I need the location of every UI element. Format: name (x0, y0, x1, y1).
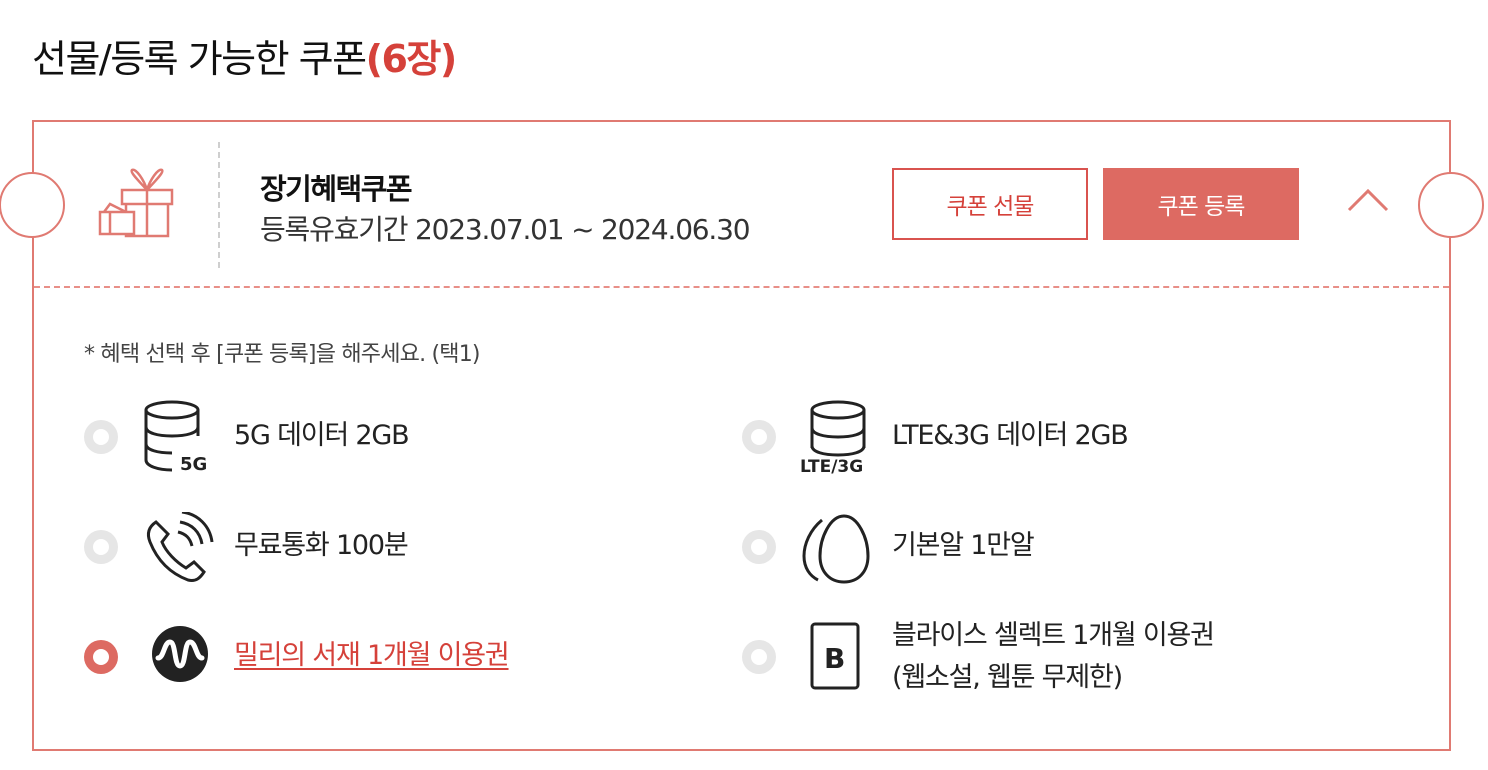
option-label-5g-data[interactable]: 5G 데이터 2GB (234, 414, 410, 458)
option-label-lte-3g-data[interactable]: LTE&3G 데이터 2GB (892, 414, 1129, 458)
page-title-text: 선물/등록 가능한 쿠폰 (32, 37, 367, 81)
svg-text:LTE/3G: LTE/3G (800, 457, 863, 474)
option-egg-points[interactable]: 기본알 1만알 (742, 508, 1342, 588)
option-label-blice-select[interactable]: 블라이스 셀렉트 1개월 이용권 (892, 614, 1215, 658)
5g-data-icon: 5G (144, 400, 207, 474)
millie-logo-icon (152, 626, 208, 682)
radio-egg-points[interactable] (742, 530, 776, 564)
coupon-period: 등록유효기간 2023.07.01 ~ 2024.06.30 (260, 213, 751, 246)
radio-free-call[interactable] (84, 530, 118, 564)
header-divider (218, 142, 220, 268)
coupon-card: 장기혜택쿠폰 등록유효기간 2023.07.01 ~ 2024.06.30 쿠폰… (0, 120, 1484, 751)
option-label-millie-library[interactable]: 밀리의 서재 1개월 이용권 (234, 634, 510, 678)
page-title: 선물/등록 가능한 쿠폰(6장) (32, 28, 458, 83)
coupon-gift-button[interactable]: 쿠폰 선물 (892, 168, 1088, 240)
section-divider (34, 286, 1449, 288)
radio-lte-3g-data[interactable] (742, 420, 776, 454)
selection-notice: * 혜택 선택 후 [쿠폰 등록]을 해주세요. (택1) (84, 342, 480, 367)
coupon-register-button[interactable]: 쿠폰 등록 (1103, 168, 1299, 240)
phone-call-icon (146, 512, 214, 582)
gift-icon (98, 168, 174, 238)
option-blice-select[interactable]: B 블라이스 셀렉트 1개월 이용권 (웹소설, 웹툰 무제한) (742, 618, 1382, 708)
option-5g-data[interactable]: 5G 5G 데이터 2GB (84, 398, 684, 478)
chevron-up-icon[interactable] (1346, 186, 1390, 214)
option-lte-3g-data[interactable]: LTE/3G LTE&3G 데이터 2GB (742, 398, 1342, 478)
svg-text:5G: 5G (180, 454, 207, 474)
egg-icon (802, 514, 870, 584)
option-label-free-call[interactable]: 무료통화 100분 (234, 524, 409, 568)
lte-3g-data-icon: LTE/3G (800, 400, 866, 474)
option-label-egg-points[interactable]: 기본알 1만알 (892, 524, 1035, 568)
option-free-call[interactable]: 무료통화 100분 (84, 508, 684, 588)
option-sublabel-blice-select[interactable]: (웹소설, 웹툰 무제한) (892, 656, 1123, 700)
coupon-header: 장기혜택쿠폰 등록유효기간 2023.07.01 ~ 2024.06.30 쿠폰… (34, 122, 1449, 288)
svg-text:B: B (824, 642, 845, 675)
blice-logo-icon: B (810, 622, 860, 690)
radio-millie-library[interactable] (84, 640, 118, 674)
coupon-name: 장기혜택쿠폰 (260, 172, 413, 206)
radio-5g-data[interactable] (84, 420, 118, 454)
radio-blice-select[interactable] (742, 640, 776, 674)
option-millie-library[interactable]: 밀리의 서재 1개월 이용권 (84, 618, 684, 698)
coupon-count: (6장) (365, 37, 458, 81)
